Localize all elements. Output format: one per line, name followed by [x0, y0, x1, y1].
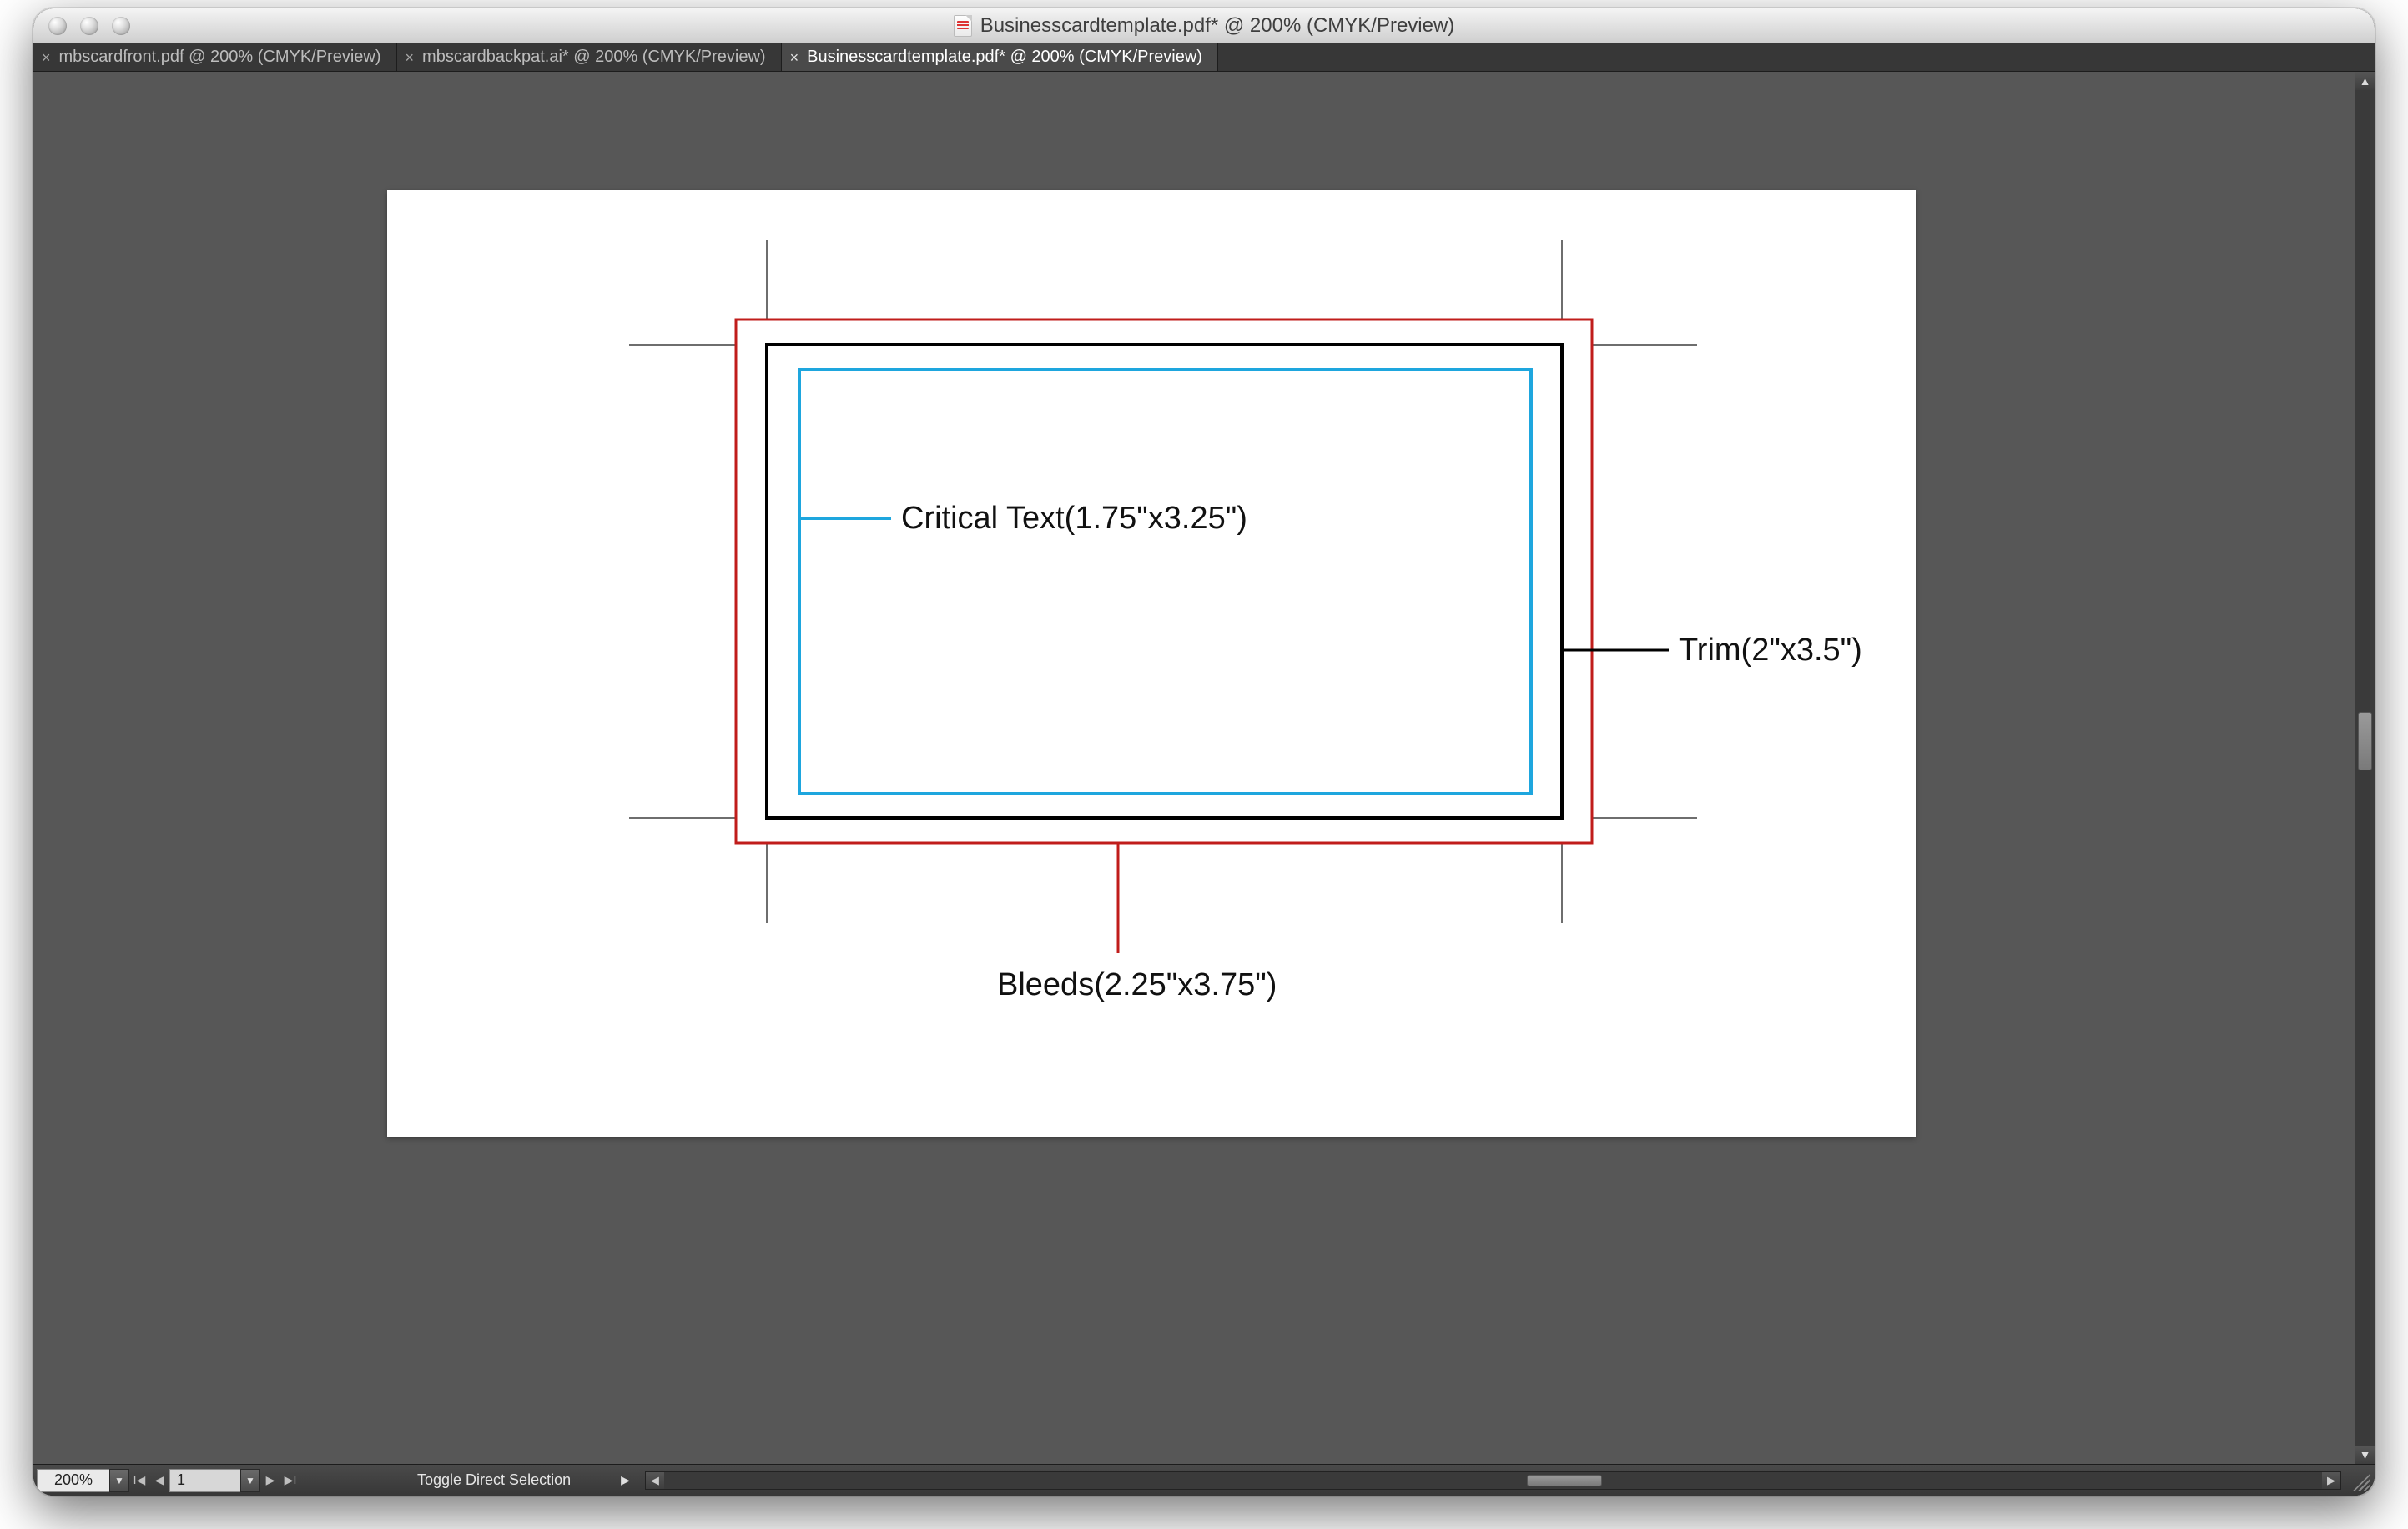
trim-box — [767, 345, 1562, 818]
close-icon[interactable]: × — [790, 50, 799, 65]
scroll-thumb[interactable] — [1527, 1475, 1602, 1486]
last-page-button[interactable]: ▶I — [280, 1469, 300, 1492]
bleed-label: Bleeds(2.25"x3.75") — [997, 967, 1277, 1002]
window-resize-grip[interactable] — [2348, 1470, 2370, 1491]
tab-label: Businesscardtemplate.pdf* @ 200% (CMYK/P… — [807, 48, 1202, 67]
critical-box — [799, 370, 1531, 794]
app-window: Businesscardtemplate.pdf* @ 200% (CMYK/P… — [33, 8, 2375, 1496]
tab-businesscardtemplate[interactable]: × Businesscardtemplate.pdf* @ 200% (CMYK… — [782, 43, 1218, 71]
scroll-up-button[interactable]: ▲ — [2355, 72, 2375, 90]
page-dropdown-button[interactable]: ▼ — [240, 1469, 260, 1492]
scroll-left-button[interactable]: ◀ — [646, 1472, 664, 1489]
status-hint: Toggle Direct Selection — [417, 1471, 571, 1489]
scroll-down-button[interactable]: ▼ — [2355, 1446, 2375, 1464]
first-page-button[interactable]: I◀ — [129, 1469, 149, 1492]
tab-label: mbscardfront.pdf @ 200% (CMYK/Preview) — [59, 48, 381, 67]
trim-label: Trim(2"x3.5") — [1679, 633, 1862, 668]
scroll-right-button[interactable]: ▶ — [2322, 1472, 2340, 1489]
horizontal-scrollbar[interactable]: ◀ ▶ — [645, 1471, 2341, 1490]
canvas[interactable]: Critical Text(1.75"x3.25") Trim(2"x3.5")… — [33, 72, 2355, 1464]
window-title: Businesscardtemplate.pdf* @ 200% (CMYK/P… — [980, 14, 1455, 38]
close-icon[interactable]: × — [42, 50, 51, 65]
pdf-icon — [954, 15, 972, 37]
artboard[interactable]: Critical Text(1.75"x3.25") Trim(2"x3.5")… — [387, 190, 1916, 1137]
workspace: Critical Text(1.75"x3.25") Trim(2"x3.5")… — [33, 72, 2375, 1464]
critical-label: Critical Text(1.75"x3.25") — [901, 501, 1247, 536]
tab-label: mbscardbackpat.ai* @ 200% (CMYK/Preview) — [422, 48, 766, 67]
scroll-thumb[interactable] — [2358, 712, 2372, 770]
crop-marks — [629, 240, 1697, 923]
status-flyout-button[interactable]: ▶ — [621, 1473, 630, 1487]
vertical-scrollbar[interactable]: ▲ ▼ — [2355, 72, 2375, 1464]
tab-mbscardfront[interactable]: × mbscardfront.pdf @ 200% (CMYK/Preview) — [33, 43, 397, 71]
document-tabs: × mbscardfront.pdf @ 200% (CMYK/Preview)… — [33, 43, 2375, 72]
page-number-field[interactable]: 1 — [169, 1469, 241, 1492]
tab-mbscardbackpat[interactable]: × mbscardbackpat.ai* @ 200% (CMYK/Previe… — [397, 43, 782, 71]
titlebar: Businesscardtemplate.pdf* @ 200% (CMYK/P… — [33, 8, 2375, 43]
close-icon[interactable]: × — [406, 50, 415, 65]
status-bar: 200% ▼ I◀ ◀ 1 ▼ ▶ ▶I Toggle Direct Selec… — [33, 1464, 2375, 1496]
bleed-box — [736, 320, 1592, 843]
artwork-svg: Critical Text(1.75"x3.25") Trim(2"x3.5")… — [387, 190, 1916, 1137]
zoom-dropdown-button[interactable]: ▼ — [109, 1469, 129, 1492]
next-page-button[interactable]: ▶ — [260, 1469, 280, 1492]
prev-page-button[interactable]: ◀ — [149, 1469, 169, 1492]
zoom-level-field[interactable]: 200% — [37, 1469, 110, 1492]
